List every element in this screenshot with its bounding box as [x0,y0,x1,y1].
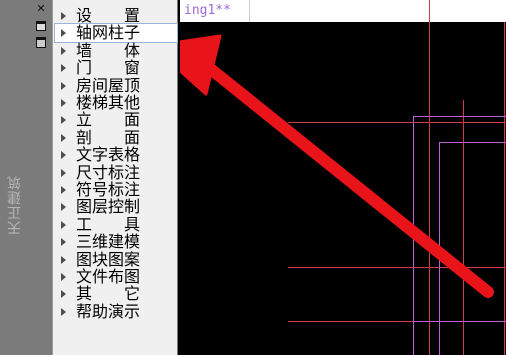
menu-item[interactable]: 楼梯其他 [55,94,177,112]
menu-item[interactable]: 轴网柱子 [54,23,178,44]
expand-triangle-icon [61,151,66,160]
expand-triangle-icon [61,238,66,247]
menu-item[interactable]: 工 具 [55,214,177,234]
expand-triangle-icon [61,307,66,316]
menu-item-label: 剖 面 [76,127,141,147]
menu-item-label: 轴网柱子 [76,23,141,43]
expand-triangle-icon [61,168,66,177]
expand-triangle-icon [61,290,66,299]
red-arrow-head [180,34,222,96]
expand-triangle-icon [61,64,66,73]
menu-item-label: 文件布图 [76,267,141,286]
expand-triangle-icon [61,99,66,107]
menu-item[interactable]: 图块图案 [55,249,177,269]
expand-triangle-icon [61,273,66,281]
menu-item[interactable]: 其 它 [55,285,177,303]
menu-item-label: 楼梯其他 [76,93,141,112]
menu-item[interactable]: 符号标注 [55,181,177,199]
menu-item-label: 图块图案 [76,249,141,269]
drawing-canvas[interactable] [180,0,506,355]
palette-title: 天正建筑 [7,175,23,235]
menu-item[interactable]: 帮助演示 [55,301,177,321]
menu-item-label: 三维建模 [76,232,141,252]
menu-item[interactable]: 文件布图 [55,268,177,286]
menu-item-label: 其 它 [76,284,141,304]
menu-item[interactable]: 门 窗 [55,59,177,77]
menu-item-label: 帮助演示 [76,301,141,321]
menu-item[interactable]: 房间屋顶 [55,75,177,95]
menu-item-label: 立 面 [76,110,141,130]
expand-triangle-icon [61,12,66,20]
expand-triangle-icon [61,186,66,194]
expand-triangle-icon [61,116,66,125]
menu-item-label: 图层控制 [76,197,141,217]
menu-item-label: 门 窗 [76,58,141,78]
expand-triangle-icon [61,46,66,55]
tianzheng-main-menu: 设 置轴网柱子墙 体门 窗房间屋顶 楼梯其他立 面剖 面文字表格 尺寸标注 符号标注图… [52,0,178,355]
expand-triangle-icon [61,81,66,90]
expand-triangle-icon [61,133,66,142]
expand-triangle-icon [61,255,66,264]
menu-item-label: 文字表格 [76,145,141,165]
properties-icon[interactable] [34,36,48,49]
menu-item[interactable]: 三维建模 [55,233,177,251]
menu-item[interactable]: 墙 体 [55,40,177,60]
menu-item-label: 设 置 [76,6,141,25]
menu-item[interactable]: 立 面 [55,111,177,129]
menu-item-label: 尺寸标注 [76,162,141,182]
menu-item[interactable]: 图层控制 [55,198,177,216]
menu-item[interactable]: 剖 面 [55,127,177,147]
expand-triangle-icon [61,29,66,38]
menu-item[interactable]: 设 置 [55,7,177,25]
expand-triangle-icon [61,203,66,212]
wall-outline [439,142,506,355]
close-icon[interactable]: ✕ [34,2,48,15]
menu-item[interactable]: 文字表格 [55,146,177,164]
auto-hide-icon[interactable] [34,19,48,32]
tool-palette-strip: ✕ 天正建筑 [0,0,52,355]
expand-triangle-icon [61,220,66,229]
menu-item-label: 工 具 [76,214,141,234]
menu-item-label: 符号标注 [76,180,141,199]
menu-item-label: 房间屋顶 [76,75,141,95]
menu-item[interactable]: 尺寸标注 [55,162,177,182]
red-arrow-shaft [196,56,494,298]
menu-item-label: 墙 体 [76,40,141,60]
